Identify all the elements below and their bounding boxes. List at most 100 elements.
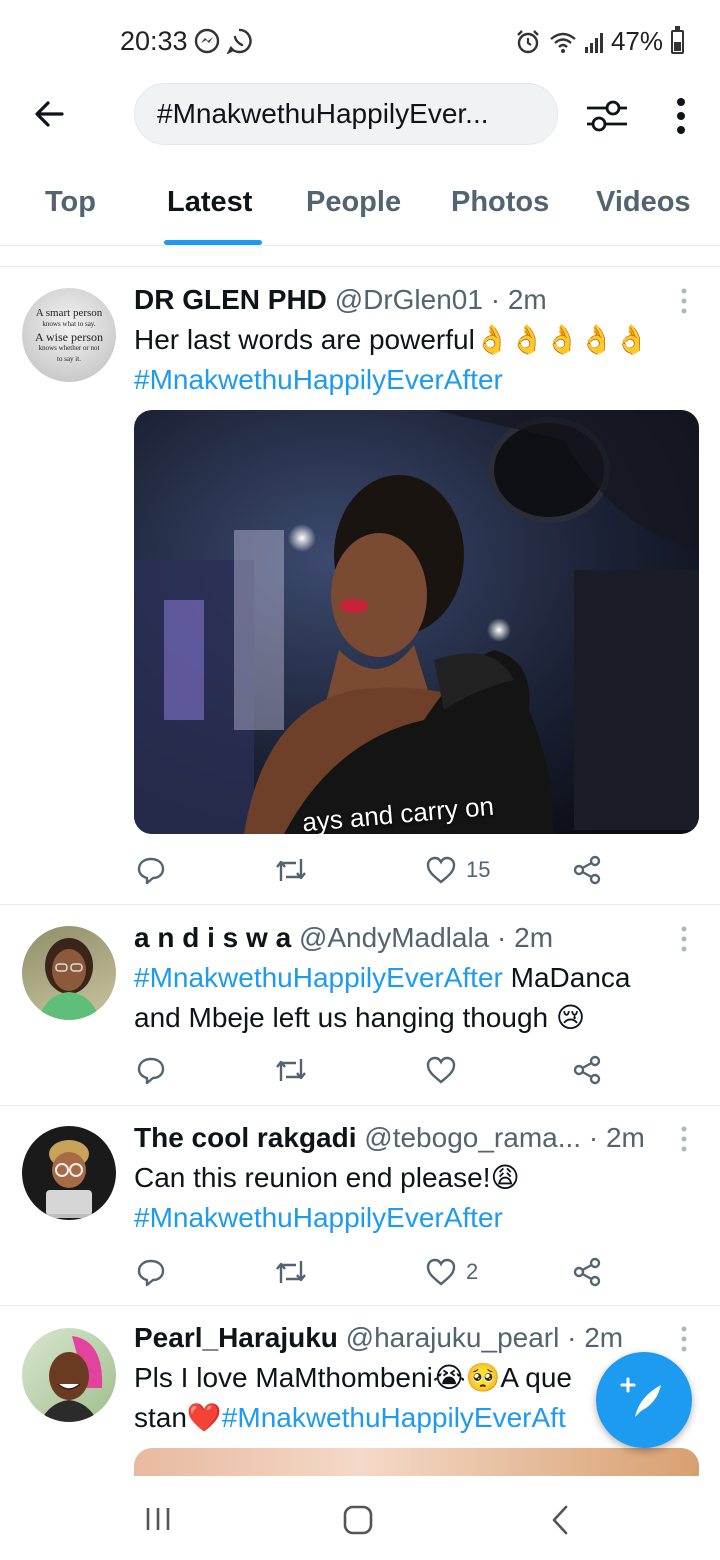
back-arrow-icon[interactable] bbox=[28, 92, 72, 136]
battery-percent: 47% bbox=[610, 26, 663, 56]
reply-button[interactable] bbox=[136, 1252, 166, 1292]
search-filter-icon[interactable] bbox=[585, 94, 629, 138]
reply-button[interactable] bbox=[136, 1050, 166, 1090]
tweet-header: Pearl_Harajuku @harajuku_pearl · 2m bbox=[134, 1318, 694, 1358]
separator-dot: · bbox=[567, 1322, 577, 1353]
reply-icon bbox=[137, 1259, 165, 1287]
avatar-text: knows what to say. bbox=[42, 320, 96, 328]
tweet-menu-icon[interactable] bbox=[676, 1124, 692, 1154]
timestamp: 2m bbox=[584, 1322, 624, 1353]
tab-latest[interactable]: Latest bbox=[167, 186, 252, 219]
system-back-icon[interactable] bbox=[548, 1504, 572, 1536]
tweet-text-segment: stan❤️ bbox=[134, 1402, 222, 1433]
search-input[interactable]: #MnakwethuHappilyEver... bbox=[134, 83, 558, 145]
tweet-text-segment: MaDanca bbox=[502, 962, 631, 993]
handle[interactable]: @AndyMadlala bbox=[299, 922, 489, 953]
status-bar: 20:33 47% bbox=[0, 0, 720, 80]
tab-videos[interactable]: Videos bbox=[596, 186, 691, 219]
retweet-button[interactable] bbox=[274, 1252, 308, 1292]
status-time: 20:33 bbox=[120, 26, 188, 56]
media-illustration bbox=[134, 410, 699, 834]
timestamp: 2m bbox=[514, 922, 554, 953]
display-name[interactable]: a n d i s w a bbox=[134, 922, 291, 953]
tweet-menu-icon[interactable] bbox=[676, 1324, 692, 1354]
avatar-text: knows whether or not bbox=[38, 344, 100, 352]
avatar-text: A smart person bbox=[35, 307, 103, 319]
reply-icon bbox=[137, 1057, 165, 1085]
handle[interactable]: @harajuku_pearl bbox=[346, 1322, 560, 1353]
display-name[interactable]: The cool rakgadi bbox=[134, 1122, 357, 1153]
divider bbox=[0, 1105, 720, 1106]
heart-icon bbox=[426, 1056, 456, 1084]
like-count: 2 bbox=[466, 1259, 479, 1284]
wifi-icon bbox=[550, 32, 576, 53]
like-button[interactable]: 15 bbox=[426, 850, 490, 890]
timestamp: 2m bbox=[507, 284, 547, 315]
heart-icon bbox=[426, 856, 456, 884]
reply-button[interactable] bbox=[136, 850, 166, 890]
retweet-icon bbox=[276, 859, 306, 881]
hashtag-link[interactable]: #MnakwethuHappilyEverAfter bbox=[134, 360, 694, 400]
search-tabs: Top Latest People Photos Videos bbox=[0, 170, 720, 246]
reply-icon bbox=[137, 857, 165, 885]
avatar[interactable] bbox=[22, 1126, 116, 1220]
like-count: 15 bbox=[466, 857, 491, 882]
compose-tweet-button[interactable] bbox=[596, 1352, 692, 1448]
heart-icon bbox=[426, 1258, 456, 1286]
tweet-text: Can this reunion end please!😩 bbox=[134, 1162, 520, 1193]
messenger-icon bbox=[194, 28, 220, 54]
separator-dot: · bbox=[497, 922, 507, 953]
display-name[interactable]: DR GLEN PHD bbox=[134, 284, 327, 315]
share-button[interactable] bbox=[572, 1252, 602, 1292]
share-button[interactable] bbox=[572, 850, 602, 890]
timestamp: 2m bbox=[605, 1122, 645, 1153]
avatar-text: A wise person bbox=[35, 330, 103, 344]
handle[interactable]: @DrGlen01 bbox=[335, 284, 483, 315]
avatar-text: to say it. bbox=[57, 355, 81, 363]
tweet-header: a n d i s w a @AndyMadlala · 2m bbox=[134, 918, 694, 958]
hashtag-link[interactable]: #MnakwethuHappilyEverAfter bbox=[134, 1198, 694, 1238]
overflow-menu-icon[interactable] bbox=[664, 94, 698, 138]
avatar[interactable] bbox=[22, 1328, 116, 1422]
tweet-menu-icon[interactable] bbox=[676, 286, 692, 316]
divider bbox=[0, 1305, 720, 1306]
handle[interactable]: @tebogo_rama... bbox=[364, 1122, 581, 1153]
active-tab-indicator bbox=[164, 240, 262, 245]
separator-dot: · bbox=[588, 1122, 599, 1153]
divider bbox=[0, 266, 720, 267]
tweet-actions: 2 bbox=[134, 1252, 694, 1292]
display-name[interactable]: Pearl_Harajuku bbox=[134, 1322, 338, 1353]
compose-feather-icon bbox=[620, 1377, 661, 1417]
battery-icon bbox=[671, 25, 684, 54]
tab-top[interactable]: Top bbox=[45, 186, 96, 219]
tweet-text: and Mbeje left us hanging though 😢 bbox=[134, 1002, 586, 1033]
like-button[interactable]: 2 bbox=[426, 1252, 478, 1292]
tweet-text: Her last words are powerful👌👌👌👌👌 bbox=[134, 324, 650, 355]
tab-photos[interactable]: Photos bbox=[451, 186, 549, 219]
hashtag-link[interactable]: #MnakwethuHappilyEverAfter bbox=[134, 962, 503, 993]
share-button[interactable] bbox=[572, 1050, 602, 1090]
home-icon[interactable] bbox=[342, 1504, 374, 1536]
share-icon bbox=[573, 1055, 601, 1085]
divider bbox=[0, 904, 720, 905]
avatar[interactable] bbox=[22, 926, 116, 1020]
tweet-media-image[interactable] bbox=[134, 1448, 699, 1476]
like-button[interactable] bbox=[426, 1050, 466, 1090]
whatsapp-icon bbox=[226, 28, 252, 54]
tweet-text: #MnakwethuHappilyEverAfter MaDanca bbox=[134, 958, 694, 998]
alarm-icon bbox=[517, 29, 539, 53]
retweet-button[interactable] bbox=[274, 850, 308, 890]
signal-icon bbox=[584, 31, 603, 53]
tab-people[interactable]: People bbox=[306, 186, 401, 219]
tweet-actions bbox=[134, 1050, 694, 1090]
tweet-actions: 15 bbox=[134, 850, 694, 890]
tweet-header: DR GLEN PHD @DrGlen01 · 2m bbox=[134, 280, 694, 320]
tweet-media-image[interactable]: ays and carry on bbox=[134, 410, 699, 834]
hashtag-link[interactable]: #MnakwethuHappilyEverAft bbox=[222, 1402, 566, 1433]
tweet-menu-icon[interactable] bbox=[676, 924, 692, 954]
avatar[interactable]: A smart person knows what to say. A wise… bbox=[22, 288, 116, 382]
retweet-button[interactable] bbox=[274, 1050, 308, 1090]
share-icon bbox=[573, 1257, 601, 1287]
tweet-header: The cool rakgadi @tebogo_rama... · 2m bbox=[134, 1118, 694, 1158]
recent-apps-icon[interactable] bbox=[144, 1506, 172, 1532]
